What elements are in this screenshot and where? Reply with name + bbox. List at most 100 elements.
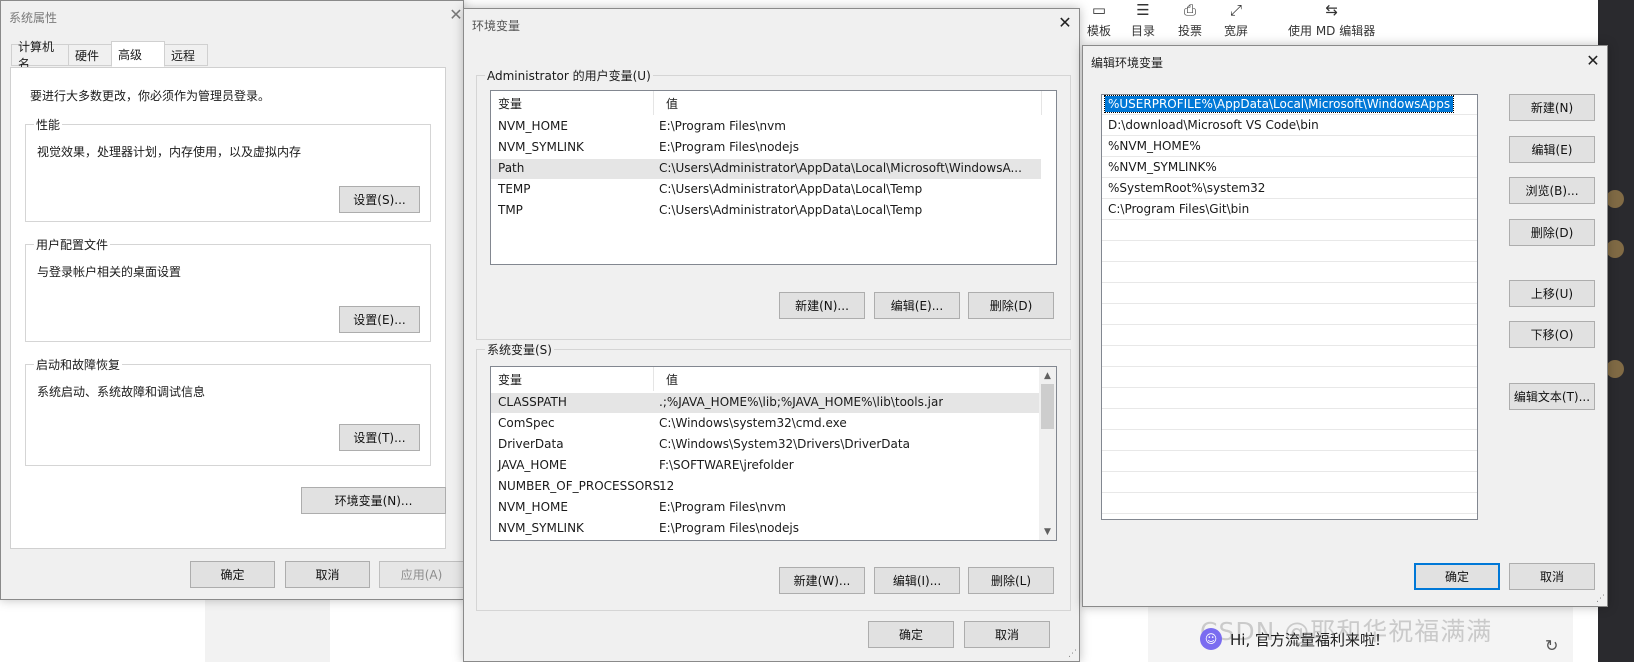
system-variables-group: 系统变量(S) 变量 值 CLASSPATH .;%JAVA_HOME%\lib… bbox=[476, 341, 1071, 611]
toolbar-template[interactable]: ▭ 模板 bbox=[1087, 0, 1111, 39]
ok-button[interactable]: 确定 bbox=[190, 561, 275, 588]
toolbar-md-editor[interactable]: ⇆ 使用 MD 编辑器 bbox=[1288, 0, 1375, 39]
table-row[interactable]: TEMP C:\Users\Administrator\AppData\Loca… bbox=[491, 180, 1056, 200]
variable-value: C:\Users\Administrator\AppData\Local\Mic… bbox=[659, 161, 1022, 175]
variable-value: 12 bbox=[659, 479, 675, 493]
tab-computer-name[interactable]: 计算机名 bbox=[11, 40, 69, 71]
resize-grip-icon[interactable]: ⋰ bbox=[1596, 594, 1605, 604]
column-header-value[interactable]: 值 bbox=[666, 371, 678, 388]
environment-variables-button[interactable]: 环境变量(N)... bbox=[301, 487, 446, 514]
list-item[interactable]: C:\Program Files\Git\bin bbox=[1102, 200, 1477, 220]
user-variables-list[interactable]: 变量 值 NVM_HOME E:\Program Files\nvm NVM_S… bbox=[490, 90, 1057, 265]
table-row[interactable]: NVM_HOME E:\Program Files\nvm bbox=[491, 498, 1056, 518]
empty-list-item[interactable] bbox=[1102, 389, 1477, 409]
tab-remote[interactable]: 远程 bbox=[164, 44, 208, 66]
system-new-button[interactable]: 新建(W)... bbox=[779, 567, 865, 594]
column-divider[interactable] bbox=[653, 367, 654, 391]
empty-list-item[interactable] bbox=[1102, 221, 1477, 241]
variable-name: CLASSPATH bbox=[498, 395, 567, 409]
system-edit-button[interactable]: 编辑(I)... bbox=[874, 567, 960, 594]
empty-list-item[interactable] bbox=[1102, 263, 1477, 283]
table-row[interactable]: NUMBER_OF_PROCESSORS 12 bbox=[491, 477, 1056, 497]
browse-button[interactable]: 浏览(B)... bbox=[1509, 177, 1595, 204]
column-divider[interactable] bbox=[653, 91, 654, 115]
refresh-icon[interactable]: ↻ bbox=[1545, 636, 1558, 655]
empty-list-item[interactable] bbox=[1102, 326, 1477, 346]
profile-settings-button[interactable]: 设置(E)... bbox=[339, 306, 420, 333]
tab-advanced[interactable]: 高级 bbox=[111, 41, 165, 67]
empty-list-item[interactable] bbox=[1102, 242, 1477, 262]
table-row[interactable]: NVM_HOME E:\Program Files\nvm bbox=[491, 117, 1056, 137]
table-row[interactable]: NVM_SYMLINK E:\Program Files\nodejs bbox=[491, 138, 1056, 158]
delete-entry-button[interactable]: 删除(D) bbox=[1509, 219, 1595, 246]
table-row[interactable]: JAVA_HOME F:\SOFTWARE\jrefolder bbox=[491, 456, 1056, 476]
new-entry-button[interactable]: 新建(N) bbox=[1509, 94, 1595, 121]
list-item[interactable]: %NVM_HOME% bbox=[1102, 137, 1477, 157]
column-header-value[interactable]: 值 bbox=[666, 95, 678, 112]
tab-hardware[interactable]: 硬件 bbox=[68, 44, 112, 66]
empty-list-item[interactable] bbox=[1102, 452, 1477, 472]
empty-list-item[interactable] bbox=[1102, 494, 1477, 514]
user-new-button[interactable]: 新建(N)... bbox=[779, 292, 865, 319]
vertical-scrollbar[interactable]: ▲ ▼ bbox=[1039, 367, 1056, 540]
column-header-variable[interactable]: 变量 bbox=[498, 95, 522, 112]
table-row[interactable]: DriverData C:\Windows\System32\Drivers\D… bbox=[491, 435, 1056, 455]
empty-list-item[interactable] bbox=[1102, 368, 1477, 388]
performance-settings-button[interactable]: 设置(S)... bbox=[339, 186, 420, 213]
table-row-selected[interactable]: Path C:\Users\Administrator\AppData\Loca… bbox=[491, 159, 1041, 179]
edit-text-button[interactable]: 编辑文本(T)... bbox=[1509, 383, 1595, 410]
scroll-down-icon[interactable]: ▼ bbox=[1039, 523, 1056, 540]
system-variables-list[interactable]: 变量 值 CLASSPATH .;%JAVA_HOME%\lib;%JAVA_H… bbox=[490, 366, 1057, 541]
variable-value: C:\Windows\system32\cmd.exe bbox=[659, 416, 847, 430]
scroll-up-icon[interactable]: ▲ bbox=[1039, 367, 1056, 384]
group-label: Administrator 的用户变量(U) bbox=[485, 67, 653, 84]
table-row[interactable]: NVM_SYMLINK E:\Program Files\nodejs bbox=[491, 519, 1056, 539]
list-item[interactable]: %SystemRoot%\system32 bbox=[1102, 179, 1477, 199]
apply-button[interactable]: 应用(A) bbox=[379, 561, 464, 588]
column-header-variable[interactable]: 变量 bbox=[498, 371, 522, 388]
empty-list-item[interactable] bbox=[1102, 347, 1477, 367]
system-delete-button[interactable]: 删除(L) bbox=[968, 567, 1054, 594]
user-edit-button[interactable]: 编辑(E)... bbox=[874, 292, 960, 319]
cancel-button[interactable]: 取消 bbox=[285, 561, 370, 588]
toolbar-vote[interactable]: ⎙ 投票 bbox=[1178, 0, 1202, 39]
startup-settings-button[interactable]: 设置(T)... bbox=[339, 424, 420, 451]
ok-button[interactable]: 确定 bbox=[1414, 563, 1500, 590]
list-item[interactable]: %NVM_SYMLINK% bbox=[1102, 158, 1477, 178]
empty-list-item[interactable] bbox=[1102, 305, 1477, 325]
move-down-button[interactable]: 下移(O) bbox=[1509, 321, 1595, 348]
empty-list-item[interactable] bbox=[1102, 473, 1477, 493]
edit-entry-button[interactable]: 编辑(E) bbox=[1509, 136, 1595, 163]
scrollbar-thumb[interactable] bbox=[1041, 384, 1054, 429]
cancel-button[interactable]: 取消 bbox=[1509, 563, 1595, 590]
variable-name: NVM_SYMLINK bbox=[498, 521, 584, 535]
table-row[interactable]: ComSpec C:\Windows\system32\cmd.exe bbox=[491, 414, 1056, 434]
resize-grip-icon[interactable]: ⋰ bbox=[1068, 649, 1077, 659]
empty-list-item[interactable] bbox=[1102, 284, 1477, 304]
cancel-button[interactable]: 取消 bbox=[964, 621, 1050, 648]
list-item-selected[interactable]: %USERPROFILE%\AppData\Local\Microsoft\Wi… bbox=[1102, 95, 1477, 115]
table-row-selected[interactable]: CLASSPATH .;%JAVA_HOME%\lib;%JAVA_HOME%\… bbox=[491, 393, 1041, 413]
toolbar-label: 宽屏 bbox=[1224, 24, 1249, 38]
decoration-dot bbox=[1606, 240, 1624, 258]
table-row[interactable]: TMP C:\Users\Administrator\AppData\Local… bbox=[491, 201, 1056, 221]
variable-value: C:\Windows\System32\Drivers\DriverData bbox=[659, 437, 910, 451]
environment-variables-dialog: 环境变量 ✕ Administrator 的用户变量(U) 变量 值 NVM_H… bbox=[463, 8, 1080, 662]
list-item[interactable]: D:\download\Microsoft VS Code\bin bbox=[1102, 116, 1477, 136]
ok-button[interactable]: 确定 bbox=[868, 621, 954, 648]
toolbar-outline[interactable]: ☰ 目录 bbox=[1131, 0, 1155, 39]
chat-notification[interactable]: ☺ Hi, 官方流量福利来啦! bbox=[1200, 624, 1381, 654]
toolbar-widescreen[interactable]: ⤢ 宽屏 bbox=[1224, 0, 1248, 39]
move-up-button[interactable]: 上移(U) bbox=[1509, 280, 1595, 307]
empty-list-item[interactable] bbox=[1102, 410, 1477, 430]
group-label: 系统变量(S) bbox=[485, 341, 554, 358]
column-divider[interactable] bbox=[1041, 91, 1042, 115]
template-icon: ▭ bbox=[1091, 1, 1107, 19]
variable-value: E:\Program Files\nvm bbox=[659, 500, 786, 514]
close-icon[interactable]: ✕ bbox=[1582, 51, 1604, 70]
user-delete-button[interactable]: 删除(D) bbox=[968, 292, 1054, 319]
close-icon[interactable]: ✕ bbox=[1054, 13, 1076, 32]
empty-list-item[interactable] bbox=[1102, 431, 1477, 451]
dialog-title: 系统属性 bbox=[9, 11, 58, 25]
path-entry-list[interactable]: %USERPROFILE%\AppData\Local\Microsoft\Wi… bbox=[1101, 94, 1478, 520]
